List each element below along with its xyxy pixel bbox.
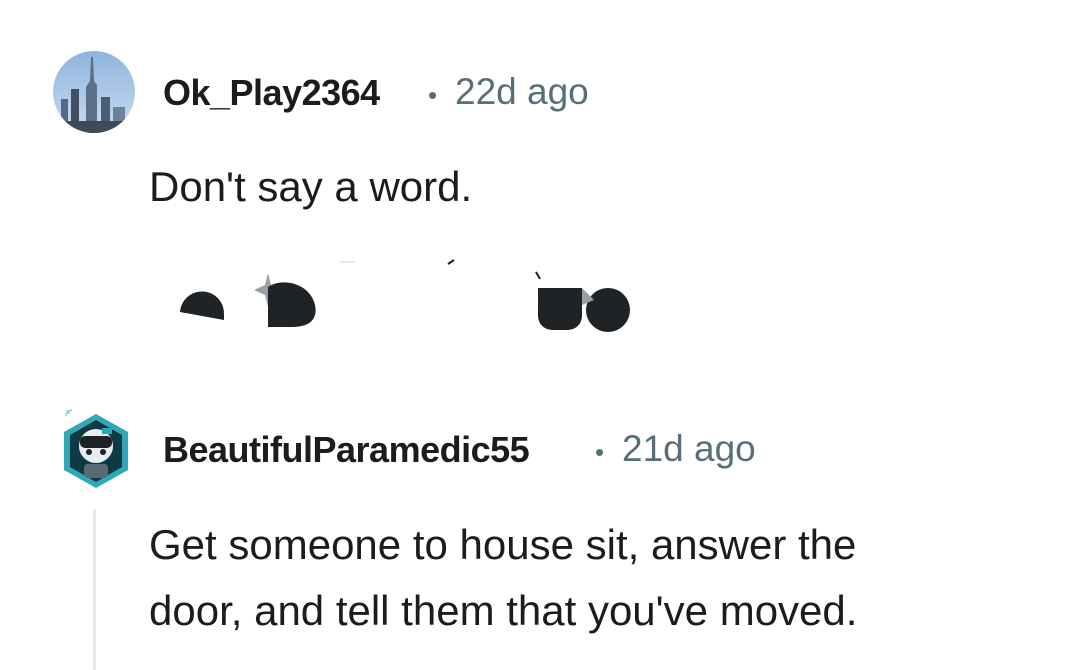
user-avatar[interactable] <box>53 51 135 133</box>
meta-separator: • <box>595 437 605 467</box>
embedded-media-fragment <box>170 255 650 340</box>
comment-body: Don't say a word. <box>149 163 473 210</box>
comment-body: Get someone to house sit, answer the doo… <box>149 512 1049 644</box>
comment-username[interactable]: Ok_Play2364 <box>163 72 380 114</box>
comment-body-line: Get someone to house sit, answer the <box>149 521 857 568</box>
comment-timestamp[interactable]: 21d ago <box>622 428 756 470</box>
comment-username[interactable]: BeautifulParamedic55 <box>163 429 530 471</box>
meta-separator: • <box>428 80 438 110</box>
comment-timestamp[interactable]: 22d ago <box>455 71 589 113</box>
comment-body-line: door, and tell them that you've moved. <box>149 587 858 634</box>
broken-emoji-icon <box>180 259 630 332</box>
snoo-hexagon-icon <box>64 409 128 488</box>
user-avatar[interactable] <box>58 406 134 492</box>
city-skyline-icon <box>53 51 135 133</box>
thread-line[interactable] <box>93 510 96 670</box>
